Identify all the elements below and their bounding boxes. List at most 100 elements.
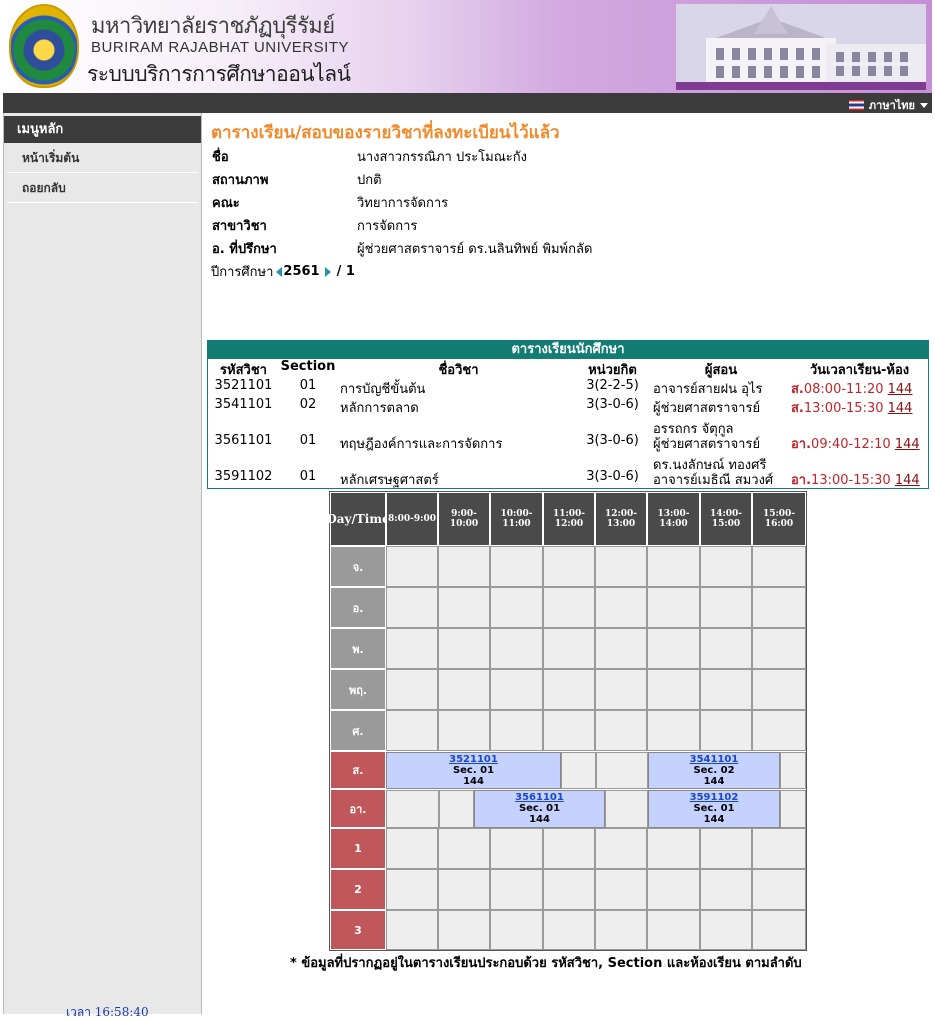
chevron-down-icon <box>920 102 928 108</box>
schedule-cell <box>752 587 806 628</box>
schedule-cell <box>438 669 490 710</box>
university-name-th: มหาวิทยาลัยราชภัฏบุรีรัมย์ <box>91 14 335 39</box>
block-course-code[interactable]: 3591102 <box>649 792 779 803</box>
block-course-code[interactable]: 3521101 <box>387 754 560 765</box>
course-time-range: 13:00-15:30 <box>803 401 884 416</box>
schedule-cell <box>700 546 752 587</box>
course-name: การบัญชีขั้นต้น <box>340 382 426 397</box>
column-header: รหัสวิชา <box>220 363 267 378</box>
schedule-cell <box>647 546 700 587</box>
day-label-extra-3: 3 <box>330 910 386 950</box>
block-course-code[interactable]: 3541101 <box>649 754 779 765</box>
schedule-cell <box>647 910 700 950</box>
schedule-cell <box>490 546 543 587</box>
info-label: สถานภาพ <box>212 173 269 188</box>
time-slot-header: 14:00-15:00 <box>700 492 752 546</box>
schedule-block[interactable]: 3541101 Sec. 02 144 <box>648 752 780 789</box>
block-room: 144 <box>463 776 484 787</box>
schedule-cell <box>752 869 806 910</box>
course-code: 3521101 <box>214 378 273 393</box>
course-table-caption: ตารางเรียนนักศึกษา <box>208 341 928 359</box>
schedule-cell <box>752 628 806 669</box>
schedule-cell <box>595 710 647 751</box>
schedule-cell <box>700 910 752 950</box>
column-header: ชื่อวิชา <box>438 363 479 378</box>
schedule-cell <box>700 669 752 710</box>
course-section: 01 <box>299 469 317 484</box>
course-time-range: 13:00-15:30 <box>811 473 891 488</box>
block-room: 144 <box>703 814 725 825</box>
schedule-cell <box>596 752 648 789</box>
course-time: ส.13:00-15:30 144 <box>789 397 928 433</box>
schedule-block[interactable]: 3521101 Sec. 01 144 <box>386 752 561 789</box>
course-credit: 3(2-2-5) <box>586 378 639 393</box>
schedule-block[interactable]: 3591102 Sec. 01 144 <box>648 790 780 828</box>
schedule-cell <box>595 587 647 628</box>
next-year-icon[interactable] <box>324 266 331 277</box>
course-section: 01 <box>299 433 317 448</box>
course-table-header: รหัสวิชา Section ชื่อวิชา หน่วยกิต ผู้สอ… <box>208 359 928 378</box>
course-code: 3561101 <box>214 433 273 448</box>
time-slot-header: 8:00-9:00 <box>386 492 438 546</box>
time-slot-header: 9:00-10:00 <box>438 492 490 546</box>
course-credit: 3(3-0-6) <box>586 397 639 412</box>
schedule-cell <box>438 587 490 628</box>
university-building-image <box>676 4 926 90</box>
info-value: นางสาวกรรณิภา ประโมณะกัง <box>357 150 527 165</box>
university-name-en: BURIRAM RAJABHAT UNIVERSITY <box>91 39 349 56</box>
university-logo <box>9 4 79 88</box>
schedule-cell <box>386 710 438 751</box>
day-label-sat: ส. <box>330 751 386 789</box>
system-name: ระบบบริการการศึกษาออนไลน์ <box>87 62 351 86</box>
schedule-cell <box>780 752 806 789</box>
day-label-fri: ศ. <box>330 710 386 751</box>
academic-year-selector: ปีการศึกษา 2561 / 1 <box>211 261 355 282</box>
schedule-cell <box>700 587 752 628</box>
schedule-block[interactable]: 3561101 Sec. 01 144 <box>474 790 605 828</box>
day-label-sun: อา. <box>330 789 386 828</box>
course-time-range: 08:00-11:20 <box>803 382 884 397</box>
course-table: ตารางเรียนนักศึกษา รหัสวิชา Section ชื่อ… <box>207 340 929 489</box>
language-selector[interactable]: ภาษาไทย <box>848 96 928 114</box>
time-slot-header: 13:00-14:00 <box>647 492 700 546</box>
schedule-cell <box>752 669 806 710</box>
sidebar-item-back[interactable]: ถอยกลับ <box>7 173 198 203</box>
course-name: หลักการตลาด <box>340 401 419 416</box>
info-value: ปกติ <box>357 173 382 188</box>
year-label: ปีการศึกษา <box>211 265 274 280</box>
block-section: Sec. 01 <box>452 765 495 776</box>
time-slot-header: 10:00-11:00 <box>490 492 543 546</box>
schedule-corner: Day/Time <box>326 492 390 546</box>
day-label-extra-1: 1 <box>330 828 386 869</box>
room-link[interactable]: 144 <box>888 382 913 397</box>
course-code: 3591102 <box>214 469 273 484</box>
time-slot-header: 15:00-16:00 <box>752 492 806 546</box>
table-row: 3521101 01 การบัญชีขั้นต้น 3(2-2-5) อาจา… <box>208 378 928 397</box>
block-course-code[interactable]: 3561101 <box>475 792 604 803</box>
room-link[interactable]: 144 <box>895 473 920 488</box>
block-section: Sec. 02 <box>693 765 735 776</box>
info-value: วิทยาการจัดการ <box>357 196 449 211</box>
schedule-cell <box>439 790 474 828</box>
table-row: 3541101 02 หลักการตลาด 3(3-0-6) ผู้ช่วยศ… <box>208 397 928 437</box>
room-link[interactable]: 144 <box>888 401 913 416</box>
course-teacher: ผู้ช่วยศาสตราจารย์ ดร.นงลักษณ์ ทองศรี <box>653 437 767 473</box>
schedule-cell <box>490 587 543 628</box>
schedule-cell <box>543 587 595 628</box>
page-title: ตารางเรียน/สอบของรายวิชาที่ลงทะเบียนไว้แ… <box>211 123 560 143</box>
course-time: อา.09:40-12:10 144 <box>789 433 928 469</box>
schedule-cell <box>647 828 700 869</box>
schedule-cell <box>543 710 595 751</box>
schedule-cell <box>543 546 595 587</box>
schedule-cell <box>752 910 806 950</box>
previous-year-icon[interactable] <box>276 266 283 277</box>
sidebar-item-home[interactable]: หน้าเริ่มต้น <box>7 143 198 173</box>
weekly-schedule-grid: Day/Time 8:00-9:00 9:00-10:00 10:00-11:0… <box>326 491 807 951</box>
column-header: ผู้สอน <box>704 363 738 378</box>
schedule-cell <box>752 828 806 869</box>
room-link[interactable]: 144 <box>895 437 920 452</box>
table-row: 3561101 01 ทฤษฎีองค์การและการจัดการ 3(3-… <box>208 433 928 473</box>
schedule-cell <box>780 790 806 828</box>
column-header: Section <box>280 359 336 374</box>
schedule-cell <box>490 669 543 710</box>
